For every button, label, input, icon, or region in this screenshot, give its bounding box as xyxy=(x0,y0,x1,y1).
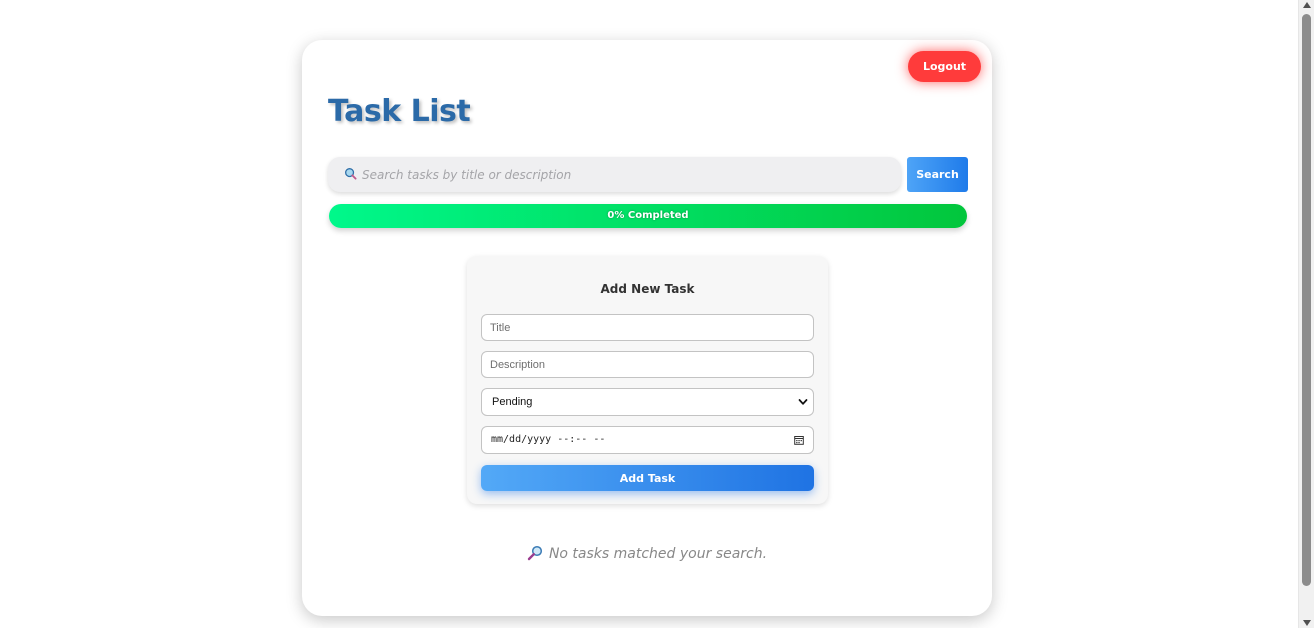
status-select[interactable]: Pending xyxy=(481,388,814,416)
logout-button[interactable]: Logout xyxy=(908,51,981,82)
scroll-thumb[interactable] xyxy=(1302,14,1311,586)
search-bar xyxy=(328,157,901,192)
title-input[interactable] xyxy=(481,314,814,341)
page-title: Task List xyxy=(328,94,471,129)
progress-bar: 0% Completed xyxy=(329,204,967,228)
task-card: Logout Task List Search 0% Completed Add… xyxy=(302,40,992,616)
add-task-form: Add New Task Pending mm/dd/yyyy --:-- --… xyxy=(467,256,828,504)
page-scrollbar[interactable] xyxy=(1298,0,1314,628)
empty-state-message: No tasks matched your search. xyxy=(548,546,768,562)
due-datetime-input[interactable]: mm/dd/yyyy --:-- -- xyxy=(481,426,814,454)
description-input[interactable] xyxy=(481,351,814,378)
chevron-down-icon xyxy=(798,399,808,405)
search-icon xyxy=(345,168,357,180)
magnify-icon xyxy=(527,545,542,561)
empty-state: No tasks matched your search. xyxy=(302,545,992,562)
status-selected-value: Pending xyxy=(492,396,533,408)
progress-label: 0% Completed xyxy=(607,210,689,221)
form-title: Add New Task xyxy=(600,282,695,296)
datetime-placeholder: mm/dd/yyyy --:-- -- xyxy=(491,434,606,445)
calendar-icon[interactable] xyxy=(794,435,804,445)
search-button[interactable]: Search xyxy=(907,157,968,192)
scroll-up-icon[interactable] xyxy=(1303,2,1311,8)
scroll-down-icon[interactable] xyxy=(1303,620,1311,626)
search-input[interactable] xyxy=(362,157,892,192)
add-task-button[interactable]: Add Task xyxy=(481,465,814,491)
